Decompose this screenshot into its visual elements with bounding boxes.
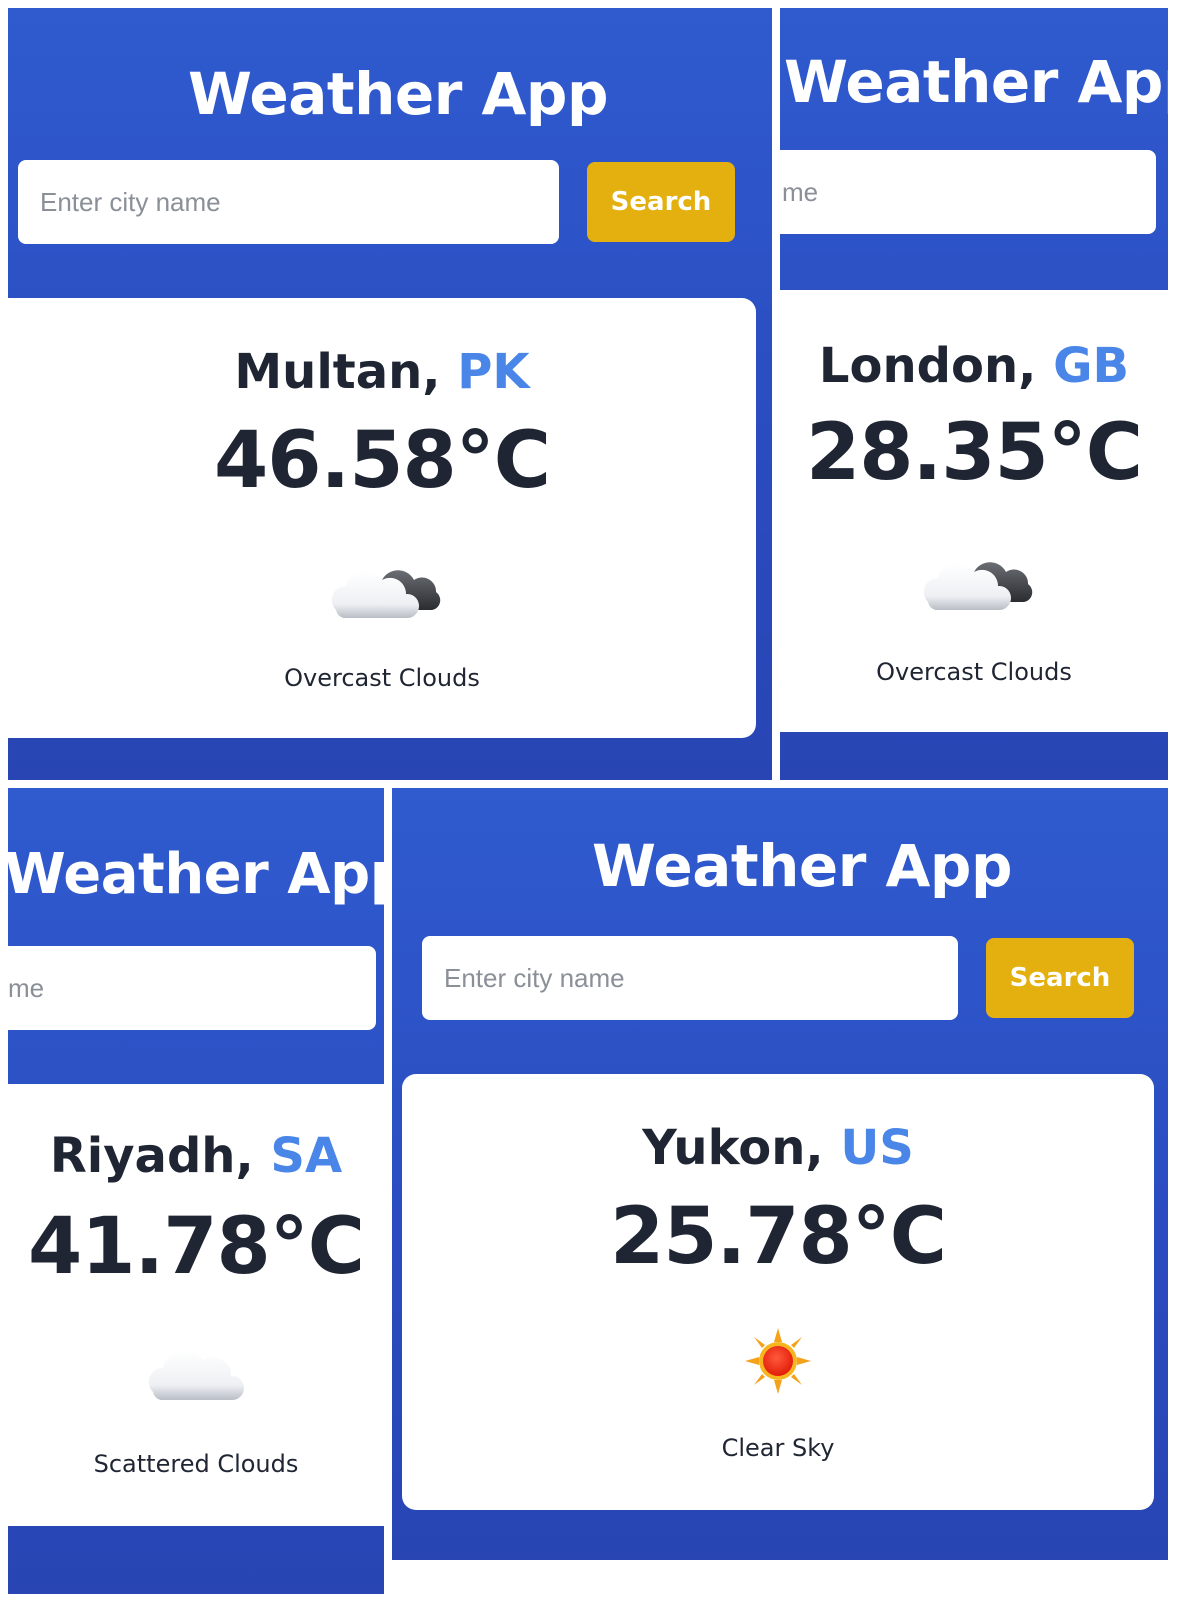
app-title: Weather App xyxy=(8,842,384,907)
weather-description: Scattered Clouds xyxy=(93,1450,299,1478)
weather-panel-london: Weather App London, GB 28.35°C Overcast … xyxy=(780,8,1168,780)
search-input[interactable] xyxy=(422,936,958,1020)
weather-card: Multan, PK 46.58°C Overcast Clouds xyxy=(8,298,756,738)
app-title: Weather App xyxy=(784,48,1168,116)
city-name: Riyadh, SA xyxy=(49,1128,343,1184)
overcast-clouds-icon xyxy=(923,562,1033,610)
scattered-clouds-icon xyxy=(148,1350,245,1400)
search-input[interactable] xyxy=(780,150,1156,234)
weather-panel-multan: Weather App Search Multan, PK 46.58°C Ov… xyxy=(8,8,772,780)
clear-sky-sun-icon xyxy=(745,1328,811,1394)
temperature: 41.78°C xyxy=(28,1202,365,1292)
weather-card: Riyadh, SA 41.78°C Scattered Clouds xyxy=(8,1084,384,1526)
country-code: GB xyxy=(1053,338,1130,394)
temperature: 28.35°C xyxy=(806,408,1143,498)
search-input[interactable] xyxy=(8,946,376,1030)
weather-description: Clear Sky xyxy=(721,1434,835,1462)
overcast-clouds-icon xyxy=(331,570,441,618)
weather-description: Overcast Clouds xyxy=(284,664,480,692)
country-code: SA xyxy=(270,1128,343,1184)
weather-panel-riyadh: Weather App Riyadh, SA 41.78°C Scattered… xyxy=(8,788,384,1594)
city-name: London, GB xyxy=(818,338,1130,394)
country-code: PK xyxy=(457,344,530,400)
temperature: 25.78°C xyxy=(610,1192,947,1282)
weather-card: Yukon, US 25.78°C Clear Sky xyxy=(402,1074,1154,1510)
city-name: Yukon, US xyxy=(642,1120,914,1176)
app-title: Weather App xyxy=(188,60,608,128)
search-input[interactable] xyxy=(18,160,559,244)
country-code: US xyxy=(840,1120,914,1176)
weather-panel-yukon: Weather App Search Yukon, US 25.78°C Cle… xyxy=(392,788,1168,1560)
search-button[interactable]: Search xyxy=(986,938,1134,1018)
temperature: 46.58°C xyxy=(214,416,551,506)
weather-description: Overcast Clouds xyxy=(876,658,1072,686)
app-title: Weather App xyxy=(592,832,1012,900)
city-name: Multan, PK xyxy=(234,344,530,400)
weather-card: London, GB 28.35°C Overcast Clouds xyxy=(780,290,1168,732)
search-button[interactable]: Search xyxy=(587,162,735,242)
